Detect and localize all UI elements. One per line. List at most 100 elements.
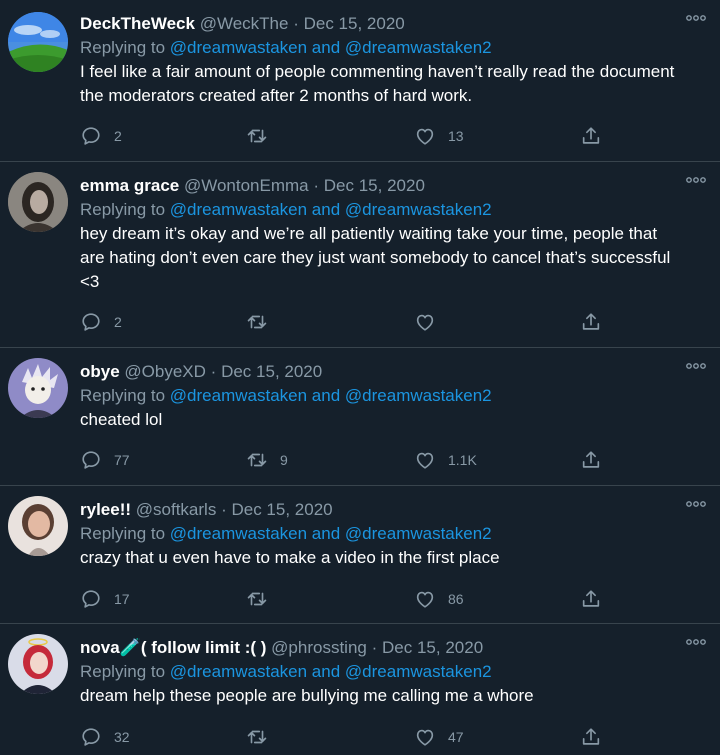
reply-button[interactable]: 77 xyxy=(80,446,130,474)
like-count: 47 xyxy=(448,729,464,745)
heart-icon xyxy=(416,452,434,469)
avatar[interactable] xyxy=(8,172,68,232)
replying-to-prefix: Replying to xyxy=(80,662,166,681)
reply-button[interactable]: 17 xyxy=(80,585,130,613)
tweet-date[interactable]: Dec 15, 2020 xyxy=(221,362,322,381)
reply-button[interactable]: 2 xyxy=(80,308,122,336)
mention-and[interactable]: and xyxy=(312,662,340,681)
share-icon xyxy=(582,590,600,607)
more-icon[interactable] xyxy=(686,638,706,646)
reply-button[interactable]: 32 xyxy=(80,723,130,751)
mention-link[interactable]: @dreamwastaken xyxy=(170,524,307,543)
mention-link[interactable]: @dreamwastaken2 xyxy=(345,386,492,405)
reply-count: 77 xyxy=(114,452,130,468)
reply-count: 32 xyxy=(114,729,130,745)
retweet-button[interactable] xyxy=(246,122,280,150)
mention-and[interactable]: and xyxy=(312,524,340,543)
reply-icon xyxy=(82,127,100,145)
tweet-header: nova🧪( follow limit :( ) @phrossting · D… xyxy=(80,636,680,660)
retweet-button[interactable] xyxy=(246,585,280,613)
retweet-icon xyxy=(247,453,267,467)
tweet[interactable]: emma grace @WontonEmma · Dec 15, 2020 Re… xyxy=(0,162,720,348)
retweet-icon xyxy=(247,730,267,744)
tweet-header: rylee!! @softkarls · Dec 15, 2020 xyxy=(80,498,680,522)
heart-icon xyxy=(416,128,434,145)
tweet-date[interactable]: Dec 15, 2020 xyxy=(231,500,332,519)
mention-link[interactable]: @dreamwastaken xyxy=(170,386,307,405)
avatar[interactable] xyxy=(8,358,68,418)
display-name[interactable]: nova🧪( follow limit :( ) xyxy=(80,638,266,657)
heart-icon xyxy=(416,314,434,331)
tweet[interactable]: obye @ObyeXD · Dec 15, 2020 Replying to … xyxy=(0,348,720,486)
tweet-actions: 32 47 xyxy=(80,723,610,751)
share-button[interactable] xyxy=(580,723,602,751)
like-button[interactable]: 47 xyxy=(414,723,464,751)
retweet-button[interactable] xyxy=(246,308,280,336)
retweet-icon xyxy=(247,315,267,329)
display-name[interactable]: rylee!! xyxy=(80,500,131,519)
mention-link[interactable]: @dreamwastaken xyxy=(170,38,307,57)
retweet-icon xyxy=(247,592,267,606)
replying-to-prefix: Replying to xyxy=(80,386,166,405)
separator-dot: · xyxy=(210,362,217,381)
tweet[interactable]: DeckTheWeck @WeckThe · Dec 15, 2020 Repl… xyxy=(0,0,720,162)
user-handle[interactable]: @phrossting xyxy=(271,638,367,657)
reply-icon xyxy=(82,728,100,746)
like-count: 1.1K xyxy=(448,452,477,468)
user-handle[interactable]: @WontonEmma xyxy=(184,176,309,195)
tweet-date[interactable]: Dec 15, 2020 xyxy=(382,638,483,657)
share-button[interactable] xyxy=(580,446,602,474)
like-button[interactable] xyxy=(414,308,448,336)
more-icon[interactable] xyxy=(686,14,706,22)
more-icon[interactable] xyxy=(686,176,706,184)
retweet-button[interactable]: 9 xyxy=(246,446,288,474)
display-name[interactable]: obye xyxy=(80,362,120,381)
retweet-button[interactable] xyxy=(246,723,280,751)
more-icon[interactable] xyxy=(686,362,706,370)
mention-link[interactable]: @dreamwastaken2 xyxy=(345,38,492,57)
avatar[interactable] xyxy=(8,496,68,556)
mention-link[interactable]: @dreamwastaken2 xyxy=(345,662,492,681)
share-button[interactable] xyxy=(580,308,602,336)
tweet-actions: 77 9 1.1K xyxy=(80,446,610,474)
avatar[interactable] xyxy=(8,634,68,694)
like-button[interactable]: 13 xyxy=(414,122,464,150)
replying-to: Replying to @dreamwastaken and @dreamwas… xyxy=(80,522,680,546)
user-handle[interactable]: @softkarls xyxy=(136,500,217,519)
tweet-actions: 17 86 xyxy=(80,585,610,613)
tweet-date[interactable]: Dec 15, 2020 xyxy=(304,14,405,33)
mention-and[interactable]: and xyxy=(312,200,340,219)
tweet[interactable]: rylee!! @softkarls · Dec 15, 2020 Replyi… xyxy=(0,486,720,624)
mention-link[interactable]: @dreamwastaken xyxy=(170,662,307,681)
like-button[interactable]: 1.1K xyxy=(414,446,477,474)
mention-and[interactable]: and xyxy=(312,386,340,405)
mention-link[interactable]: @dreamwastaken xyxy=(170,200,307,219)
separator-dot: · xyxy=(293,14,299,33)
like-count: 86 xyxy=(448,591,464,607)
replying-to-prefix: Replying to xyxy=(80,524,166,543)
avatar[interactable] xyxy=(8,12,68,72)
tweet-text: I feel like a fair amount of people comm… xyxy=(80,62,675,105)
more-icon[interactable] xyxy=(686,500,706,508)
share-button[interactable] xyxy=(580,122,602,150)
mention-link[interactable]: @dreamwastaken2 xyxy=(345,524,492,543)
display-name[interactable]: DeckTheWeck xyxy=(80,14,195,33)
like-button[interactable]: 86 xyxy=(414,585,464,613)
share-button[interactable] xyxy=(580,585,602,613)
reply-button[interactable]: 2 xyxy=(80,122,122,150)
mention-link[interactable]: @dreamwastaken2 xyxy=(345,200,492,219)
user-handle[interactable]: @ObyeXD xyxy=(124,362,206,381)
replying-to-prefix: Replying to xyxy=(80,200,166,219)
tweet[interactable]: nova🧪( follow limit :( ) @phrossting · D… xyxy=(0,624,720,755)
reply-icon xyxy=(82,313,100,331)
reply-icon xyxy=(82,590,100,608)
display-name[interactable]: emma grace xyxy=(80,176,179,195)
like-count: 13 xyxy=(448,128,464,144)
tweet-header: DeckTheWeck @WeckThe · Dec 15, 2020 xyxy=(80,12,680,36)
mention-and[interactable]: and xyxy=(312,38,340,57)
reply-icon xyxy=(82,451,100,469)
tweet-date[interactable]: Dec 15, 2020 xyxy=(324,176,425,195)
replying-to: Replying to @dreamwastaken and @dreamwas… xyxy=(80,384,680,408)
reply-count: 2 xyxy=(114,128,122,144)
user-handle[interactable]: @WeckThe xyxy=(200,14,289,33)
